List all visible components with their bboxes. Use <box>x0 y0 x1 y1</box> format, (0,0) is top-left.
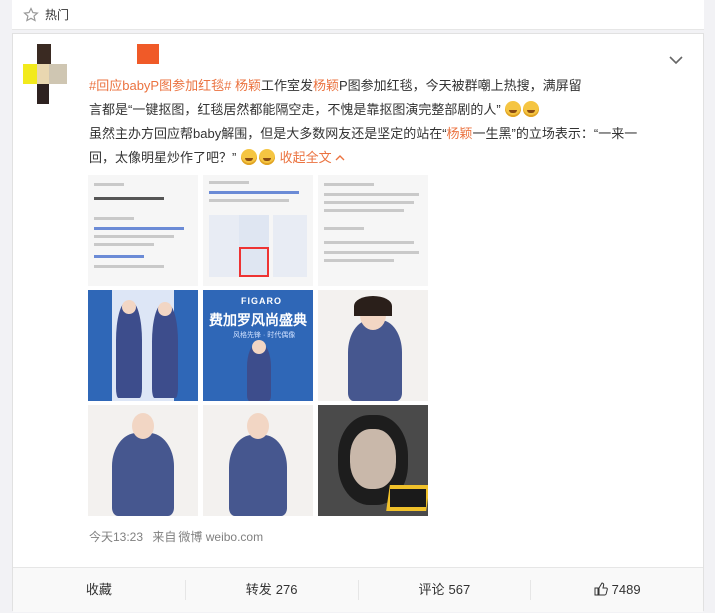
source-prefix: 来自 <box>152 530 177 544</box>
name-link[interactable]: 杨颖 <box>235 78 261 93</box>
figaro-subtitle: 风格先锋 · 时代偶像 <box>233 332 296 339</box>
image-thumb-1[interactable] <box>88 175 198 286</box>
section-title: 热门 <box>45 8 70 22</box>
name-link[interactable]: 杨颖 <box>447 126 473 141</box>
figaro-title: FIGARO <box>241 296 282 306</box>
star-icon <box>23 6 39 23</box>
image-thumb-4[interactable] <box>88 290 198 401</box>
grin-emoji-icon <box>258 149 275 165</box>
collapse-link[interactable]: 收起全文 <box>280 150 346 165</box>
post-line-2: 言都是“一键抠图，红毯居然都能隔空走，不愧是靠抠图演完整部剧的人” <box>89 98 694 122</box>
favorite-button[interactable]: 收藏 <box>13 580 185 600</box>
chevron-down-icon[interactable] <box>669 53 683 65</box>
weibo-page: 热门 #回应babyP图参加红毯# 杨颖工作室发杨颖P图参加红毯，今天被群嘲上热… <box>0 0 715 613</box>
image-thumb-5[interactable]: FIGARO 费加罗风尚盛典 风格先锋 · 时代偶像 <box>203 290 313 401</box>
section-header: 热门 <box>12 0 704 30</box>
text-segment: 工作室发 <box>260 78 313 93</box>
image-thumb-8[interactable] <box>203 405 313 516</box>
image-grid: FIGARO 费加罗风尚盛典 风格先锋 · 时代偶像 <box>88 175 428 516</box>
post-source[interactable]: 微博 weibo.com <box>178 530 263 544</box>
image-thumb-9[interactable] <box>318 405 428 516</box>
figaro-main-title: 费加罗风尚盛典 <box>209 312 307 328</box>
comment-button[interactable]: 评论 567 <box>357 580 531 600</box>
image-thumb-2[interactable] <box>203 175 313 286</box>
laugh-cry-emoji-icon <box>523 101 540 117</box>
text-segment: 一生黑”的立场表示：“一来一 <box>472 126 638 141</box>
name-link[interactable]: 杨颖 <box>313 78 339 93</box>
hashtag[interactable]: #回应babyP图参加红毯# <box>89 78 231 93</box>
repost-button[interactable]: 转发 276 <box>184 580 358 600</box>
figaro-backdrop: FIGARO 费加罗风尚盛典 风格先锋 · 时代偶像 <box>203 290 313 401</box>
post-line-3: 虽然主办方回应帮baby解围，但是大多数网友还是坚定的站在“杨颖一生黑”的立场表… <box>89 122 694 146</box>
laugh-cry-emoji-icon <box>505 101 522 117</box>
text-segment: 言都是“一键抠图，红毯居然都能隔空走，不愧是靠抠图演完整部剧的人” <box>89 102 501 117</box>
grin-emoji-icon <box>240 149 257 165</box>
text-segment: P图参加红毯，今天被群嘲上热搜，满屏留 <box>339 78 582 93</box>
avatar[interactable] <box>23 42 159 106</box>
post-meta: 今天13:23 来自 微博 weibo.com <box>89 528 269 545</box>
text-segment: 虽然主办方回应帮baby解围，但是大多数网友还是坚定的站在“ <box>89 126 447 141</box>
text-segment: 回，太像明星炒作了吧？” <box>89 150 237 165</box>
like-button[interactable]: 7489 <box>530 580 703 600</box>
post-line-1: #回应babyP图参加红毯# 杨颖工作室发杨颖P图参加红毯，今天被群嘲上热搜，满… <box>89 74 694 98</box>
post-line-4: 回，太像明星炒作了吧？” 收起全文 <box>89 146 694 170</box>
post-time[interactable]: 今天13:23 <box>89 530 143 544</box>
image-thumb-3[interactable] <box>318 175 428 286</box>
image-thumb-6[interactable] <box>318 290 428 401</box>
image-thumb-7[interactable] <box>88 405 198 516</box>
post-text: #回应babyP图参加红毯# 杨颖工作室发杨颖P图参加红毯，今天被群嘲上热搜，满… <box>89 74 694 170</box>
weibo-card: #回应babyP图参加红毯# 杨颖工作室发杨颖P图参加红毯，今天被群嘲上热搜，满… <box>12 33 704 612</box>
chevron-up-icon <box>335 155 345 161</box>
action-bar: 收藏 转发 276 评论 567 7489 <box>13 567 703 612</box>
thumbs-up-icon <box>594 582 608 596</box>
